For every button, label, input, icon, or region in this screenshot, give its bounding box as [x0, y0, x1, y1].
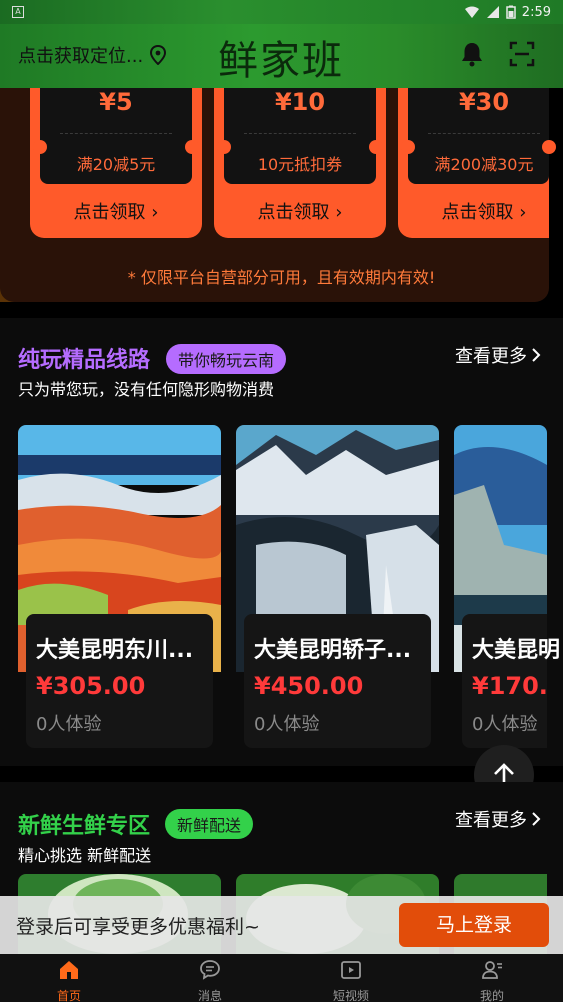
tab-label: 首页 — [56, 989, 81, 1002]
coupon-divider — [428, 133, 540, 134]
signal-icon — [486, 6, 499, 18]
tour-price: ¥450.00 — [254, 672, 364, 700]
view-more-link[interactable]: 查看更多 — [455, 806, 541, 832]
section-title: 纯玩精品线路 — [18, 348, 151, 373]
claim-coupon-button[interactable]: 点击领取 › — [30, 198, 202, 224]
coupon-condition: 10元抵扣券 — [257, 155, 343, 174]
location-pin-icon — [150, 45, 167, 65]
coupon-divider — [244, 133, 356, 134]
status-left: A — [12, 6, 24, 18]
coupon-card[interactable]: ¥10 10元抵扣券 点击领取 › — [214, 88, 386, 238]
coupon-ticket: ¥30 满200减30元 — [401, 88, 556, 184]
claim-coupon-button[interactable]: 点击领取 › — [398, 198, 563, 224]
coupon-ticket: ¥5 满20减5元 — [33, 88, 199, 184]
tab-short-video[interactable]: 短视频 — [316, 958, 386, 1002]
brand-logo: 鲜家班 — [218, 38, 344, 84]
coupon-divider — [60, 133, 172, 134]
coupon-amount: ¥5 — [99, 88, 133, 116]
coupon-note: * 仅限平台自营部分可用，且有效期内有效! — [127, 268, 436, 287]
tour-name: 大美昆明 — [472, 638, 561, 663]
tour-price: ¥305.00 — [36, 672, 146, 700]
video-icon — [341, 961, 361, 979]
tour-card[interactable]: 大美昆明 ¥170. 0人体验 — [462, 614, 560, 748]
chevron-right-icon — [532, 812, 541, 826]
view-more-label: 查看更多 — [455, 346, 527, 367]
tour-experience-count: 0人体验 — [254, 714, 320, 735]
tab-profile[interactable]: 我的 — [457, 958, 527, 1002]
tour-card[interactable]: 大美昆明轿子... ¥450.00 0人体验 — [244, 614, 431, 748]
notification-a-icon: A — [12, 6, 24, 18]
tour-card[interactable]: 大美昆明东川... ¥305.00 0人体验 — [26, 614, 213, 748]
coupon-ticket: ¥10 10元抵扣券 — [217, 88, 383, 184]
battery-icon — [506, 5, 516, 19]
bottom-tab-bar: 首页 消息 短视频 我的 — [0, 954, 563, 1002]
tour-name: 大美昆明轿子... — [254, 638, 412, 663]
tab-label: 短视频 — [332, 989, 369, 1002]
coupon-condition: 满20减5元 — [76, 155, 156, 174]
tour-experience-count: 0人体验 — [36, 714, 102, 735]
coupon-card[interactable]: ¥30 满200减30元 点击领取 › — [398, 88, 556, 238]
message-icon — [200, 960, 220, 980]
tab-messages[interactable]: 消息 — [175, 958, 245, 1002]
bell-icon[interactable] — [458, 40, 486, 68]
coupon-amount: ¥10 — [274, 88, 326, 116]
login-prompt-bar: 登录后可享受更多优惠福利~ 马上登录 — [0, 896, 563, 954]
tour-experience-count: 0人体验 — [472, 714, 538, 735]
view-more-link[interactable]: 查看更多 — [455, 342, 541, 368]
tab-label: 我的 — [479, 989, 504, 1002]
section-badge: 新鲜配送 — [165, 809, 254, 839]
status-right: 2:59 — [464, 5, 551, 20]
coupon-amount: ¥30 — [458, 88, 510, 116]
section-subtitle: 精心挑选 新鲜配送 — [18, 846, 152, 865]
profile-icon — [482, 961, 502, 979]
status-time: 2:59 — [521, 4, 551, 20]
tab-home[interactable]: 首页 — [34, 958, 104, 1002]
tour-name: 大美昆明东川... — [36, 638, 194, 663]
location-button[interactable]: 点击获取定位... — [18, 42, 167, 68]
view-more-label: 查看更多 — [455, 810, 527, 831]
wifi-icon — [464, 6, 479, 18]
chevron-right-icon — [532, 348, 541, 362]
section-badge: 带你畅玩云南 — [166, 344, 287, 374]
coupon-card[interactable]: ¥5 满20减5元 点击领取 › — [30, 88, 202, 238]
tour-price: ¥170. — [472, 672, 548, 700]
claim-coupon-button[interactable]: 点击领取 › — [214, 198, 386, 224]
section-title: 新鲜生鲜专区 — [18, 814, 151, 839]
app-header: 点击获取定位... 鲜家班 — [0, 24, 563, 88]
status-bar: A 2:59 — [0, 0, 563, 24]
coupon-condition: 满200减30元 — [434, 155, 534, 174]
login-prompt-text: 登录后可享受更多优惠福利~ — [16, 916, 260, 938]
location-text: 点击获取定位... — [18, 46, 144, 67]
section-subtitle: 只为带您玩，没有任何隐形购物消费 — [18, 380, 275, 399]
home-icon — [60, 961, 78, 979]
scan-icon[interactable] — [508, 40, 536, 68]
tab-label: 消息 — [197, 989, 222, 1002]
tour-section: 纯玩精品线路 带你畅玩云南 只为带您玩，没有任何隐形购物消费 查看更多 大美昆明… — [0, 318, 563, 766]
login-button[interactable]: 马上登录 — [399, 903, 549, 947]
